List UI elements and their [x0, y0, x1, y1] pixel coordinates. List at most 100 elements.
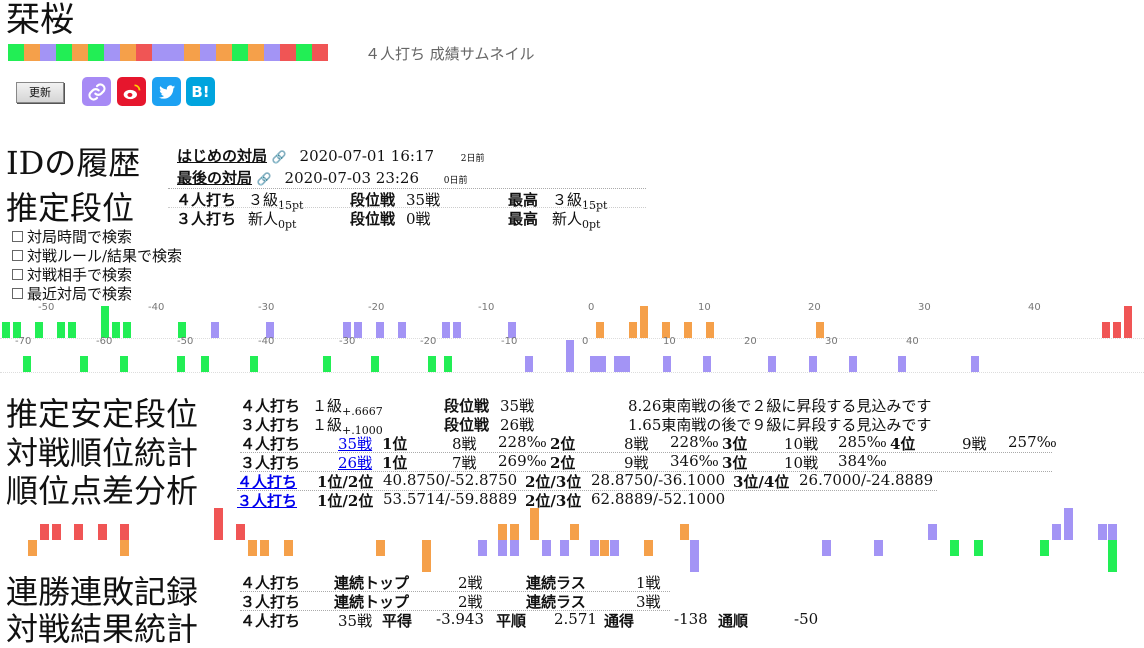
timeline-bar [1124, 306, 1132, 338]
timeline-bar [322, 356, 331, 372]
placement-row-3p: ３人打ち 26戦 1位 7戦 269‰ 2位 9戦 346‰ 3位 10戦 38… [240, 452, 1052, 472]
timeline-bar [79, 356, 88, 372]
diff-bar [542, 540, 551, 556]
timeline-tick: -50 [177, 336, 194, 347]
search-by-opponent-checkbox[interactable]: 対戦相手で検索 [12, 266, 182, 285]
id-history-heading: IDの履歴 [6, 144, 141, 182]
diff-bar [52, 524, 61, 540]
diff-bar [1052, 524, 1061, 540]
diff-bar [928, 524, 937, 540]
player-name: 栞桜 [6, 0, 74, 40]
color-strip [8, 44, 328, 61]
diff-bar [974, 540, 983, 556]
diff-bar [1108, 540, 1117, 572]
diff-row-3p: ３人打ち 1位/2位 53.5714/-59.8889 2位/3位 62.888… [237, 490, 726, 510]
diff-bar [478, 540, 487, 556]
diff-bar [560, 540, 569, 556]
results-heading: 対戦結果統計 [6, 610, 199, 648]
stable-rank-row-4p: ４人打ち １級+.6667 段位戦 35戦 8.26東南戦の後で２級に昇段する見… [240, 397, 932, 418]
diff-bar [1108, 524, 1117, 540]
placement-games-link-3p[interactable]: 26戦 [338, 452, 372, 473]
first-game-link[interactable]: はじめの対局 [177, 147, 267, 165]
diff-link-4p[interactable]: ４人打ち [237, 473, 297, 491]
strip-cell [72, 44, 88, 61]
timeline-bar [703, 356, 712, 372]
timeline-tick: 0 [582, 336, 589, 347]
strip-cell [152, 44, 168, 61]
diff-bar [28, 540, 37, 556]
timeline-tick: 10 [663, 336, 676, 347]
timeline-bar [897, 356, 906, 372]
strip-cell [216, 44, 232, 61]
timeline-tick: 30 [918, 302, 931, 313]
timeline-bar [614, 356, 623, 372]
placement-games-link-4p[interactable]: 35戦 [338, 433, 372, 454]
results-row-4p: ４人打ち 35戦 平得 -3.943 平順 2.571 通得 -138 通順 -… [240, 610, 819, 630]
hatena-bookmark-icon: B! [191, 82, 210, 101]
search-by-rule-checkbox[interactable]: 対戦ルール/結果で検索 [12, 247, 182, 266]
diff-bar [422, 540, 431, 572]
timeline-bar [525, 356, 534, 372]
strip-cell [280, 44, 296, 61]
strip-cell [56, 44, 72, 61]
search-by-time-checkbox[interactable]: 対局時間で検索 [12, 228, 182, 247]
timeline-bar [428, 356, 436, 372]
diff-bar [570, 524, 579, 540]
timeline-tick: 20 [808, 302, 821, 313]
streaks-heading: 連勝連敗記録 [6, 573, 199, 611]
placement-stats-heading: 対戦順位統計 [6, 434, 199, 472]
last-game-link[interactable]: 最後の対局 [177, 169, 252, 187]
timeline-bar [808, 356, 817, 372]
hatena-share-button[interactable]: B! [186, 77, 215, 106]
diff-bar [874, 540, 883, 556]
diff-bar [510, 540, 519, 556]
timeline-bar [970, 356, 979, 372]
diff-bar [690, 540, 699, 572]
timeline-tick: -10 [501, 336, 518, 347]
timeline-tick: 40 [1028, 302, 1041, 313]
timeline-tick: -50 [38, 302, 55, 313]
strip-cell [264, 44, 280, 61]
diff-bar [610, 540, 619, 556]
timeline-bar [640, 306, 648, 338]
strip-cell [40, 44, 56, 61]
diff-bar [236, 524, 245, 540]
timeline-bar [662, 356, 671, 372]
timeline-tick: 10 [698, 302, 711, 313]
link-share-button[interactable] [82, 77, 111, 106]
diff-bar [284, 540, 293, 556]
placement-diff-heading: 順位点差分析 [6, 472, 199, 510]
strip-cell [200, 44, 216, 61]
diff-bar [950, 540, 959, 556]
timeline-bar [101, 306, 109, 338]
update-button[interactable]: 更新 [16, 82, 64, 103]
strip-cell [104, 44, 120, 61]
weibo-share-button[interactable] [117, 77, 146, 106]
diff-bar [498, 540, 507, 556]
strip-cell [8, 44, 24, 61]
timeline-bar [849, 356, 858, 372]
search-options: 対局時間で検索 対戦ルール/結果で検索 対戦相手で検索 最近対局で検索 [12, 228, 182, 304]
timeline-bar [371, 356, 380, 372]
timeline-bar [565, 340, 574, 372]
rank-row-3p: ３人打ち 新人0pt 段位戦 0戦 最高 新人0pt [176, 210, 601, 231]
diff-bar [510, 524, 519, 540]
diff-bar [498, 524, 507, 540]
strip-cell [232, 44, 248, 61]
stable-rank-heading: 推定安定段位 [6, 395, 199, 433]
strip-cell [88, 44, 104, 61]
diff-link-3p[interactable]: ３人打ち [237, 492, 297, 510]
subtitle: ４人打ち 成績サムネイル [365, 45, 535, 63]
weibo-icon [123, 84, 140, 99]
streak-row-4p: ４人打ち 連続トップ 2戦 連続ラス 1戦 [240, 572, 670, 592]
link-icon: 🔗 [256, 172, 272, 186]
placement-row-4p: ４人打ち 35戦 1位 8戦 228‰ 2位 8戦 228‰ 3位 10戦 28… [240, 433, 1057, 454]
timeline-bar [622, 356, 631, 372]
diff-bar [600, 540, 609, 556]
diff-bar [214, 508, 223, 540]
last-game-date: 2020-07-03 23:26 [284, 169, 420, 187]
diff-bar [590, 540, 599, 556]
timeline-bar [120, 356, 129, 372]
diff-bar [120, 540, 129, 556]
twitter-share-button[interactable] [152, 77, 181, 106]
